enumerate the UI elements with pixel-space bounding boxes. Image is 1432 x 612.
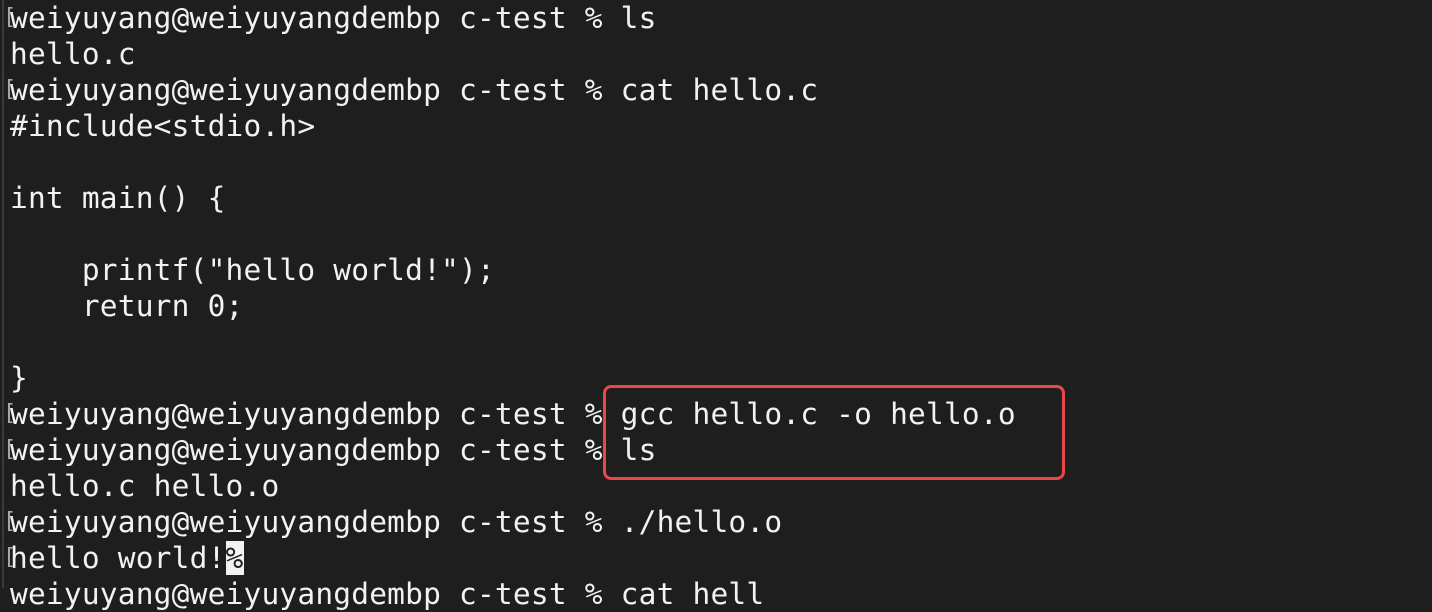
terminal-line: weiyuyang@weiyuyangdembp c-test % ./hell… [10,505,783,539]
terminal-output-line: hello world!% [10,540,244,576]
highlight-annotation-box [603,385,1065,480]
terminal-line: hello.c hello.o [10,469,280,503]
terminal-line: } [10,361,28,395]
terminal-line: weiyuyang@weiyuyangdembp c-test % ls [10,433,657,467]
terminal-line: weiyuyang@weiyuyangdembp c-test % ls [10,1,657,35]
terminal-line: weiyuyang@weiyuyangdembp c-test % cat he… [10,577,765,611]
terminal-cursor: % [225,541,244,575]
terminal-line: return 0; [10,289,244,323]
program-output: hello world! [10,541,226,575]
terminal-line: weiyuyang@weiyuyangdembp c-test % cat he… [10,73,819,107]
terminal-line: printf("hello world!"); [10,253,495,287]
terminal-line: hello.c [10,37,136,71]
terminal-window[interactable]: [ [ [ [ [ [ weiyuyang@weiyuyangdembp c-t… [0,0,1432,611]
terminal-line: int main() { [10,181,226,215]
terminal-line: #include<stdio.h> [10,109,316,143]
